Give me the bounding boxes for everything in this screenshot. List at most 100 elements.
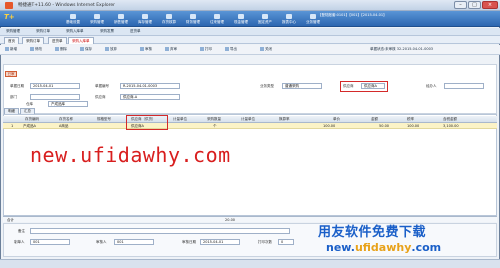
menu-icon bbox=[310, 14, 316, 19]
menu-item-purchase[interactable]: 采购管理 bbox=[86, 14, 108, 25]
col-header[interactable]: 税率 bbox=[407, 117, 414, 122]
field-label: 供应商 bbox=[95, 95, 106, 99]
new-icon bbox=[5, 47, 9, 51]
sum-value: 20.00 bbox=[225, 218, 236, 222]
doc-tab-receipt[interactable]: 采购入库单 bbox=[68, 37, 94, 44]
export-icon bbox=[225, 47, 229, 51]
vendor-field[interactable]: 供应商-A bbox=[120, 94, 180, 100]
main-menubar: T+ 基础设置 采购管理 销售管理 库存管理 存货核算 财务管理 往来管理 现金… bbox=[0, 11, 500, 27]
doc-tab-goods-in[interactable]: 进货单 bbox=[48, 37, 67, 44]
discard-button[interactable]: 放弃 bbox=[105, 47, 117, 53]
doc-tab-home[interactable]: 首页 bbox=[4, 37, 19, 44]
menu-icon bbox=[94, 14, 100, 19]
nav-tab-invoice[interactable]: 采购发票 bbox=[98, 29, 116, 35]
ie-icon bbox=[5, 2, 13, 9]
export-button[interactable]: 导出 bbox=[225, 47, 237, 53]
print-count-field: 0 bbox=[278, 239, 294, 245]
department-field[interactable] bbox=[30, 94, 80, 100]
col-header[interactable]: 含税金额 bbox=[443, 117, 457, 122]
delete-button[interactable]: 删除 bbox=[55, 47, 67, 53]
field-label: 供应商 bbox=[343, 84, 354, 88]
cell[interactable]: 100.00 bbox=[407, 124, 419, 128]
nav-tab-purchase[interactable]: 采购管理 bbox=[4, 29, 22, 35]
document-tabs: 首页 采购订单 进货单 采购入库单 bbox=[0, 36, 500, 44]
field-label: 审核人 bbox=[96, 240, 107, 244]
menu-item-sales[interactable]: 销售管理 bbox=[110, 14, 132, 25]
app-logo: T+ bbox=[4, 13, 15, 21]
nav-tab-po[interactable]: 采购订单 bbox=[34, 29, 52, 35]
col-header[interactable]: 采购数量 bbox=[207, 117, 221, 122]
save-button[interactable]: 保存 bbox=[80, 47, 92, 53]
menu-icon bbox=[190, 14, 196, 19]
print-button[interactable]: 打印 bbox=[200, 47, 212, 53]
edit-button[interactable]: 修改 bbox=[30, 47, 42, 53]
cell[interactable]: 50.00 bbox=[379, 124, 389, 128]
nav-tab-goods-in[interactable]: 进货单 bbox=[128, 29, 143, 35]
col-header[interactable]: 存货名称 bbox=[59, 117, 73, 122]
printer-icon bbox=[200, 47, 204, 51]
doc-tab-po[interactable]: 采购订单 bbox=[22, 37, 44, 44]
creator-field[interactable]: 001 bbox=[30, 239, 70, 245]
status-badge: 已审 bbox=[5, 71, 17, 77]
table-row[interactable]: 1 产成品A A商品 供应商A 100.00 个 50.00 100.00 3,… bbox=[3, 123, 497, 129]
approve-date-field[interactable]: 2015-04-01 bbox=[200, 239, 240, 245]
edit-icon bbox=[30, 47, 34, 51]
window-title: 畅捷通T+11.60 - Windows Internet Explorer bbox=[18, 3, 115, 8]
menu-icon bbox=[262, 14, 268, 19]
title-bar: 畅捷通T+11.60 - Windows Internet Explorer –… bbox=[0, 0, 500, 11]
field-label: 业务类型 bbox=[260, 84, 274, 88]
close-button[interactable]: × bbox=[482, 1, 498, 9]
menu-item-cost[interactable]: 存货核算 bbox=[158, 14, 180, 25]
menu-icon bbox=[286, 14, 292, 19]
brand-watermark: 用友软件免费下载 bbox=[318, 225, 427, 240]
close-doc-button[interactable]: 关闭 bbox=[260, 47, 272, 53]
discard-icon bbox=[105, 47, 109, 51]
maximize-button[interactable]: □ bbox=[468, 1, 481, 9]
menu-icon bbox=[70, 14, 76, 19]
watermark-text: new.ufidawhy.com bbox=[30, 143, 231, 167]
doc-number-field[interactable]: R-2015-04-01-0003 bbox=[120, 83, 180, 89]
minimize-button[interactable]: – bbox=[454, 1, 467, 9]
col-header[interactable]: 单价 bbox=[333, 117, 340, 122]
menu-icon bbox=[142, 14, 148, 19]
business-type-select[interactable]: 普通采购 bbox=[282, 83, 322, 89]
login-info: 【登陆账套:0101】【001】【2015-04-01】 bbox=[318, 13, 387, 17]
cell[interactable]: 产成品A bbox=[23, 124, 36, 129]
grid-header: 存货编码 存货名称 规格型号 供应商（供货） 计量单位 采购数量 计量单位 换算… bbox=[3, 116, 497, 123]
menu-item-reports[interactable]: 报表中心 bbox=[278, 14, 300, 25]
menu-item-assets[interactable]: 固定资产 bbox=[254, 14, 276, 25]
cell[interactable]: 个 bbox=[213, 124, 217, 129]
cell[interactable]: A商品 bbox=[59, 124, 68, 129]
field-label: 备注 bbox=[18, 229, 25, 233]
row-number: 1 bbox=[11, 124, 14, 128]
remark-field[interactable] bbox=[30, 228, 290, 234]
field-label: 经办人 bbox=[426, 84, 437, 88]
col-header[interactable]: 计量单位 bbox=[241, 117, 255, 122]
col-header[interactable]: 规格型号 bbox=[97, 117, 111, 122]
handler-field[interactable] bbox=[444, 83, 484, 89]
unapprove-button[interactable]: 弃审 bbox=[165, 47, 177, 53]
menu-item-ar-ap[interactable]: 往来管理 bbox=[206, 14, 228, 25]
warehouse-field[interactable]: 产成品库 bbox=[48, 101, 88, 107]
col-header[interactable]: 换算率 bbox=[279, 117, 290, 122]
approve-button[interactable]: 审核 bbox=[140, 47, 152, 53]
field-label: 制单人 bbox=[14, 240, 25, 244]
menu-item-inventory[interactable]: 库存管理 bbox=[134, 14, 156, 25]
menu-item-finance[interactable]: 财务管理 bbox=[182, 14, 204, 25]
menu-icon bbox=[166, 14, 172, 19]
approver-field[interactable]: 001 bbox=[114, 239, 154, 245]
menu-item-cash[interactable]: 现金管理 bbox=[230, 14, 252, 25]
cell[interactable]: 100.00 bbox=[323, 124, 335, 128]
field-label: 部门 bbox=[10, 95, 17, 99]
date-field[interactable]: 2015-04-01 bbox=[30, 83, 80, 89]
cell[interactable]: 3,100.00 bbox=[443, 124, 459, 128]
menu-item-basic-settings[interactable]: 基础设置 bbox=[62, 14, 84, 25]
approve-icon bbox=[140, 47, 144, 51]
nav-tab-receipt[interactable]: 采购入库单 bbox=[64, 29, 86, 35]
col-header[interactable]: 存货编码 bbox=[25, 117, 39, 122]
col-header[interactable]: 计量单位 bbox=[173, 117, 187, 122]
supplier-field[interactable]: 供应商A bbox=[361, 83, 385, 89]
col-header[interactable]: 金额 bbox=[371, 117, 378, 122]
doc-status: 单据状态:未审核 32-2015-04-01-0003 bbox=[370, 47, 434, 51]
new-button[interactable]: 新增 bbox=[5, 47, 17, 53]
